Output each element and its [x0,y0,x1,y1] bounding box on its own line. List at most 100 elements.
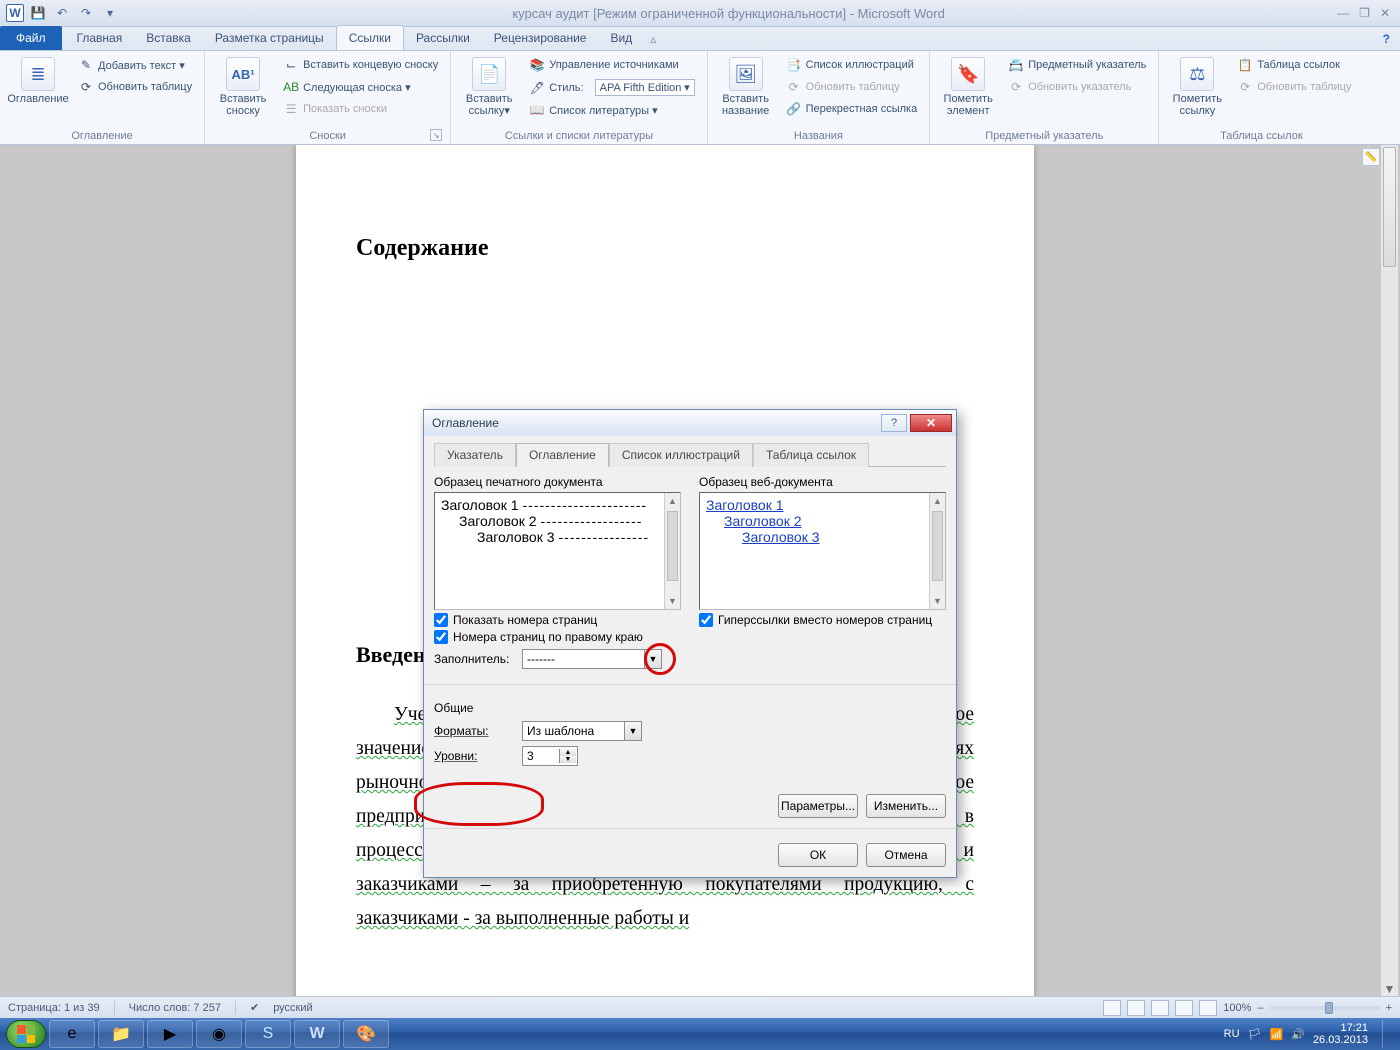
dlg-tab-authorities[interactable]: Таблица ссылок [753,443,869,467]
add-text-button[interactable]: ✎Добавить текст ▾ [74,55,196,75]
toc-button[interactable]: ≣ Оглавление [8,55,68,107]
view-outline-icon[interactable] [1175,1000,1193,1016]
hyperlinks-checkbox[interactable]: Гиперссылки вместо номеров страниц [699,613,946,627]
status-words[interactable]: Число слов: 7 257 [129,1002,221,1014]
insert-footnote-button[interactable]: AB¹ Вставить сноску [213,55,273,119]
restore-icon[interactable]: ❐ [1359,6,1370,20]
view-read-icon[interactable] [1127,1000,1145,1016]
web-preview-scrollbar[interactable]: ▲▼ [929,493,945,609]
levels-spinner[interactable]: ▲▼ [522,746,578,766]
taskbar-media-icon[interactable]: ▶ [147,1020,193,1048]
help-icon[interactable]: ? [1373,28,1400,50]
group-footnotes-label: Сноски↘ [213,128,442,142]
dialog-close-icon[interactable]: ✕ [910,414,952,432]
hyperlinks-input[interactable] [699,613,713,627]
tab-references[interactable]: Ссылки [336,25,404,50]
zoom-thumb[interactable] [1325,1002,1333,1014]
dlg-tab-toc[interactable]: Оглавление [516,443,609,467]
cross-ref-button[interactable]: 🔗Перекрестная ссылка [782,99,922,119]
show-pages-input[interactable] [434,613,448,627]
insert-index-button[interactable]: 📇Предметный указатель [1004,55,1150,75]
start-button[interactable] [6,1020,46,1048]
tab-view[interactable]: Вид [598,26,644,50]
cancel-button[interactable]: Отмена [866,843,946,867]
taskbar-ie-icon[interactable]: e [49,1020,95,1048]
view-print-icon[interactable] [1103,1000,1121,1016]
show-page-numbers-checkbox[interactable]: Показать номера страниц [434,613,681,627]
print-preview: Заголовок 1----------------------1 Загол… [434,492,681,610]
undo-icon[interactable]: ↶ [52,3,72,23]
print-preview-scrollbar[interactable]: ▲▼ [664,493,680,609]
authorities-table-button[interactable]: 📋Таблица ссылок [1233,55,1355,75]
index-icon: 📇 [1008,57,1024,73]
scroll-thumb[interactable] [1383,147,1396,267]
figures-list-button[interactable]: 📑Список иллюстраций [782,55,922,75]
dialog-help-icon[interactable]: ? [881,414,907,432]
dialog-tabs: Указатель Оглавление Список иллюстраций … [434,442,946,467]
citation-style-row[interactable]: 🖊Стиль: APA Fifth Edition▾ [525,77,698,98]
tray-network-icon[interactable]: 📶 [1270,1028,1284,1041]
taskbar-paint-icon[interactable]: 🎨 [343,1020,389,1048]
taskbar-chrome-icon[interactable]: ◉ [196,1020,242,1048]
ruler-toggle-icon[interactable]: 📏 [1362,148,1380,166]
taskbar-skype-icon[interactable]: S [245,1020,291,1048]
tab-review[interactable]: Рецензирование [482,26,599,50]
formats-combo[interactable]: Из шаблона ▼ [522,721,642,741]
update-toc-button[interactable]: ⟳Обновить таблицу [74,77,196,97]
zoom-out-icon[interactable]: – [1257,1002,1263,1014]
redo-icon[interactable]: ↷ [76,3,96,23]
minimize-icon[interactable]: ― [1337,6,1349,20]
taskbar-explorer-icon[interactable]: 📁 [98,1020,144,1048]
status-page[interactable]: Страница: 1 из 39 [8,1002,100,1014]
view-draft-icon[interactable] [1199,1000,1217,1016]
footnotes-launcher-icon[interactable]: ↘ [430,129,442,141]
mark-entry-button[interactable]: 🔖 Пометить элемент [938,55,998,119]
dlg-tab-figures[interactable]: Список иллюстраций [609,443,753,467]
tab-insert[interactable]: Вставка [134,26,203,50]
spin-up-icon[interactable]: ▲ [560,749,576,756]
right-align-input[interactable] [434,630,448,644]
vertical-scrollbar[interactable]: ▲ ▼ [1380,145,1398,998]
modify-button[interactable]: Изменить... [866,794,946,818]
insert-caption-button[interactable]: 🖼 Вставить название [716,55,776,119]
right-align-checkbox[interactable]: Номера страниц по правому краю [434,630,681,644]
tab-layout[interactable]: Разметка страницы [203,26,336,50]
show-desktop-button[interactable] [1382,1020,1394,1048]
insert-citation-button[interactable]: 📄 Вставить ссылку▾ [459,55,519,119]
tray-lang[interactable]: RU [1224,1028,1240,1040]
tab-file[interactable]: Файл [0,26,62,50]
tray-clock[interactable]: 17:21 26.03.2013 [1313,1022,1368,1046]
group-toc-label: Оглавление [8,128,196,142]
style-combo[interactable]: APA Fifth Edition▾ [595,79,695,96]
insert-endnote-button[interactable]: ⌙Вставить концевую сноску [279,55,442,75]
bibliography-button[interactable]: 📖Список литературы ▾ [525,100,698,120]
tab-home[interactable]: Главная [65,26,135,50]
params-button[interactable]: Параметры... [778,794,858,818]
ok-button[interactable]: ОК [778,843,858,867]
qat-more-icon[interactable]: ▾ [100,3,120,23]
manage-sources-button[interactable]: 📚Управление источниками [525,55,698,75]
mark-citation-button[interactable]: ⚖ Пометить ссылку [1167,55,1227,119]
zoom-in-icon[interactable]: + [1386,1002,1392,1014]
ribbon-minimize-icon[interactable]: ▵ [644,28,662,50]
tab-mailings[interactable]: Рассылки [404,26,482,50]
status-language[interactable]: русский [273,1002,312,1014]
dialog-titlebar[interactable]: Оглавление ? ✕ [424,410,956,436]
proofing-icon[interactable]: ✔ [250,1001,259,1014]
levels-input[interactable] [523,749,559,763]
spin-down-icon[interactable]: ▼ [560,756,576,763]
zoom-slider[interactable] [1270,1006,1380,1010]
dlg-tab-index[interactable]: Указатель [434,443,516,467]
filler-combo[interactable]: ------- ▼ [522,649,662,669]
close-icon[interactable]: ✕ [1380,6,1390,20]
zoom-value[interactable]: 100% [1223,1002,1251,1014]
formats-dropdown-icon[interactable]: ▼ [624,722,641,740]
add-text-icon: ✎ [78,57,94,73]
tray-volume-icon[interactable]: 🔊 [1291,1028,1305,1041]
taskbar-word-icon[interactable]: W [294,1020,340,1048]
view-web-icon[interactable] [1151,1000,1169,1016]
save-icon[interactable]: 💾 [28,3,48,23]
tray-flag-icon[interactable]: 🏳 [1248,1028,1262,1041]
filler-dropdown-icon[interactable]: ▼ [644,650,661,668]
next-footnote-button[interactable]: ABСледующая сноска ▾ [279,77,442,97]
